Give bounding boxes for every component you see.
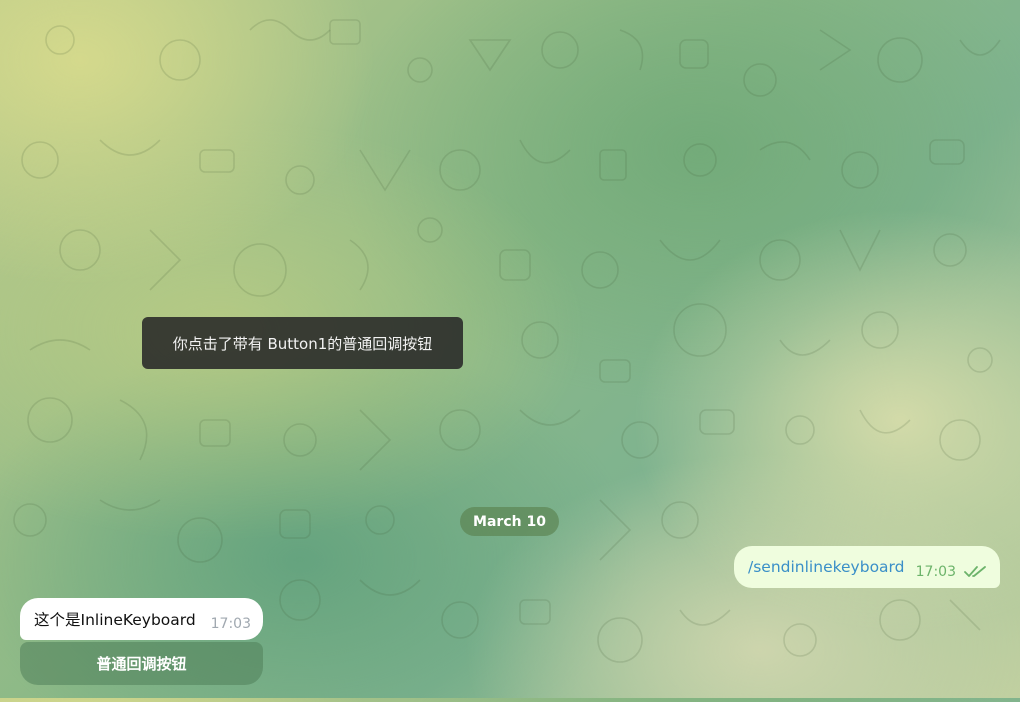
incoming-message-text: 这个是InlineKeyboard (34, 611, 196, 629)
inline-keyboard-button[interactable]: 普通回调按钮 (20, 642, 263, 685)
callback-notification-toast: 你点击了带有 Button1的普通回调按钮 (142, 317, 463, 369)
outgoing-message-bubble[interactable]: /sendinlinekeyboard 17:03 (734, 546, 1000, 588)
double-check-icon (964, 566, 986, 577)
incoming-message-time: 17:03 (210, 616, 251, 632)
toast-text: 你点击了带有 Button1的普通回调按钮 (172, 334, 433, 353)
inline-keyboard-button-label: 普通回调按钮 (96, 655, 187, 673)
date-separator: March 10 (460, 507, 559, 536)
outgoing-message-text[interactable]: /sendinlinekeyboard (748, 558, 916, 576)
date-separator-label: March 10 (473, 513, 546, 530)
incoming-message-bubble[interactable]: 这个是InlineKeyboard 17:03 (20, 598, 263, 640)
outgoing-message-time: 17:03 (915, 564, 956, 580)
